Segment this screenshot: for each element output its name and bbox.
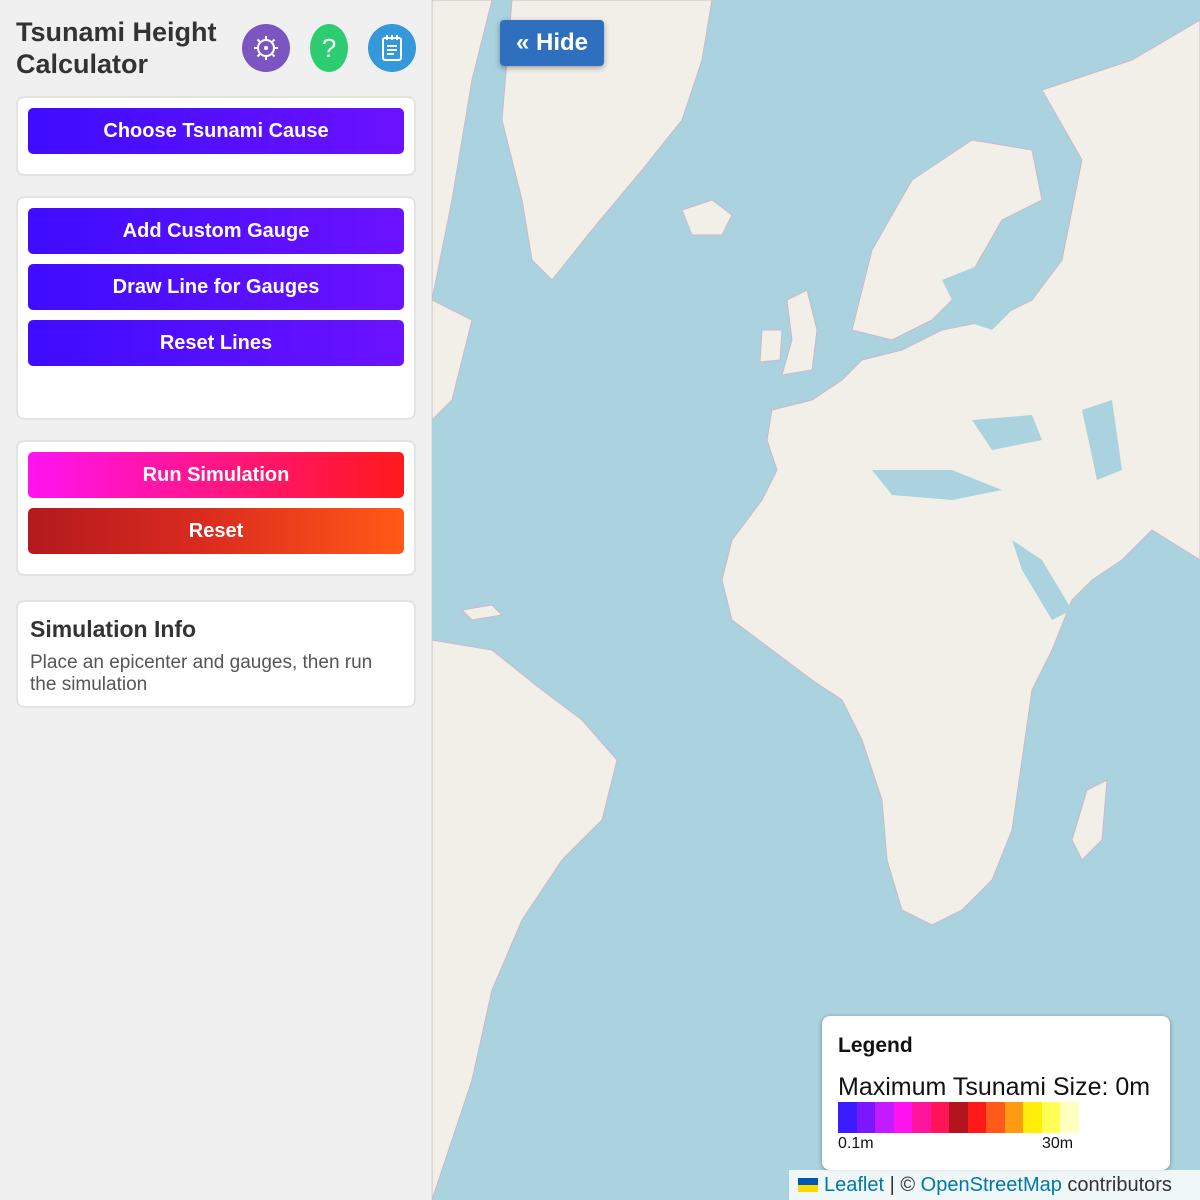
gauge-panel: Add Custom Gauge Draw Line for Gauges Re… [16,196,416,420]
run-simulation-button[interactable]: Run Simulation [28,452,404,498]
legend-swatch [967,1102,986,1133]
legend-min-label: 0.1m [838,1135,874,1152]
reset-lines-button[interactable]: Reset Lines [28,320,404,366]
legend-color-scale [838,1102,1079,1133]
app-title: Tsunami Height Calculator [16,17,217,79]
attribution-contributors: contributors [1061,1173,1172,1196]
notes-button[interactable] [368,24,416,72]
legend-swatch [893,1102,912,1133]
legend-swatch [838,1102,857,1133]
legend-swatch [986,1102,1005,1133]
settings-button[interactable] [242,24,290,72]
legend-max-size: Maximum Tsunami Size: 0m [838,1073,1151,1101]
legend-swatch [856,1102,875,1133]
map-attribution: Leaflet | © OpenStreetMap contributors [789,1170,1200,1200]
add-custom-gauge-button[interactable]: Add Custom Gauge [28,208,404,254]
simulation-info-panel: Simulation Info Place an epicenter and g… [16,600,416,708]
legend-swatch [1060,1102,1079,1133]
legend-swatch [875,1102,894,1133]
legend-swatch [949,1102,968,1133]
reset-button[interactable]: Reset [28,508,404,554]
choose-tsunami-cause-button[interactable]: Choose Tsunami Cause [28,108,404,154]
leaflet-link[interactable]: Leaflet [824,1174,884,1197]
simulation-panel: Run Simulation Reset [16,440,416,576]
legend-title: Legend [838,1034,913,1057]
legend-swatch [1004,1102,1023,1133]
legend-swatch [1023,1102,1042,1133]
simulation-info-text: Place an epicenter and gauges, then run … [30,652,373,695]
sidebar: Tsunami Height Calculator ? Choose Tsuna… [0,0,432,1200]
attribution-separator: | © [884,1173,921,1196]
legend: Legend Maximum Tsunami Size: 0m 0.1m 30m [822,1016,1170,1170]
legend-swatch [912,1102,931,1133]
cause-panel: Choose Tsunami Cause [16,96,416,176]
hide-sidebar-button[interactable]: « Hide [500,20,604,66]
legend-swatch [930,1102,949,1133]
ukraine-flag-icon [798,1178,818,1192]
draw-line-gauges-button[interactable]: Draw Line for Gauges [28,264,404,310]
simulation-info-title: Simulation Info [30,616,197,642]
openstreetmap-link[interactable]: OpenStreetMap [921,1174,1062,1197]
notepad-icon [382,35,402,61]
help-button[interactable]: ? [310,24,348,72]
settings-gear-icon [254,36,278,60]
help-question-icon: ? [321,32,337,63]
legend-swatch [1041,1102,1060,1133]
legend-max-label: 30m [1042,1135,1074,1152]
